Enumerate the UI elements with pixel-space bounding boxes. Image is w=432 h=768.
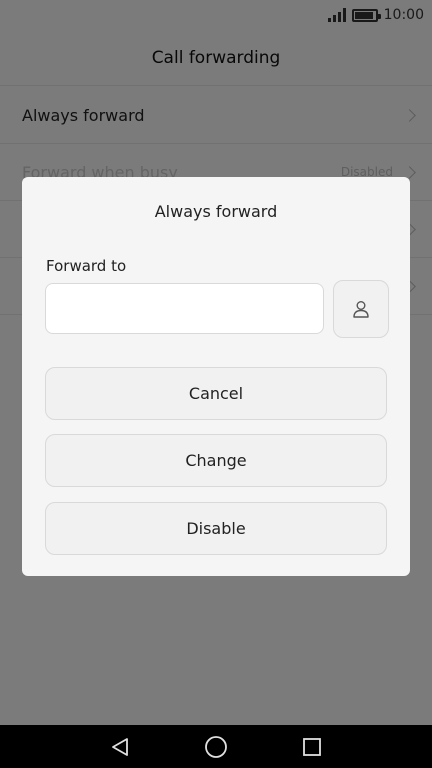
back-icon xyxy=(112,738,128,756)
dialog-title: Always forward xyxy=(154,202,278,221)
recents-icon xyxy=(303,738,321,756)
forward-to-label: Forward to xyxy=(46,257,127,275)
cancel-button[interactable]: Cancel xyxy=(45,367,387,420)
navigation-bar xyxy=(0,725,432,768)
back-button[interactable] xyxy=(105,733,135,761)
home-button[interactable] xyxy=(201,733,231,761)
person-icon xyxy=(353,301,369,318)
home-icon xyxy=(205,736,227,758)
change-button[interactable]: Change xyxy=(45,434,387,487)
disable-button[interactable]: Disable xyxy=(45,502,387,555)
recents-button[interactable] xyxy=(297,733,327,761)
always-forward-dialog: Always forward Forward to Cancel Change … xyxy=(22,177,410,576)
forward-to-input[interactable] xyxy=(45,283,324,334)
contacts-button[interactable] xyxy=(333,280,389,338)
